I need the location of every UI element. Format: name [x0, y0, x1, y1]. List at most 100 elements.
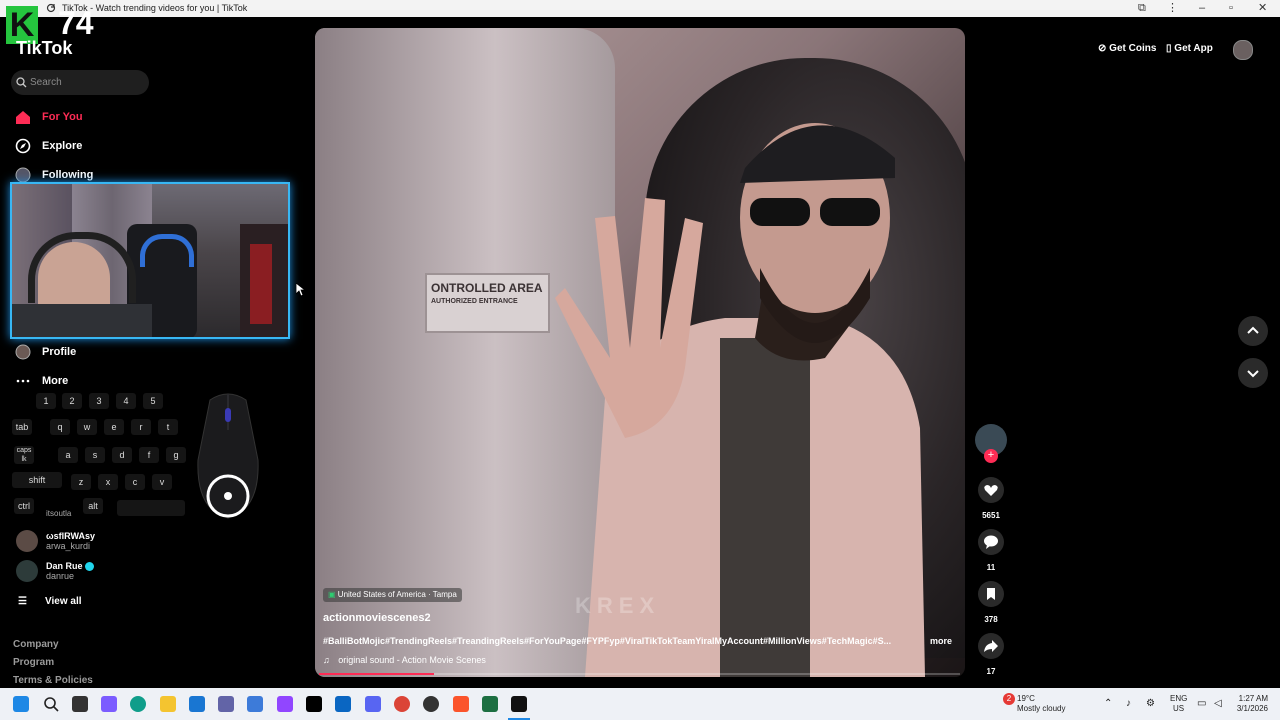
location-tag[interactable]: ▣ United States of America · Tampa [323, 588, 462, 602]
edge-icon[interactable] [130, 696, 146, 712]
next-video-button[interactable] [1238, 358, 1268, 388]
sound-link[interactable]: ♫ original sound - Action Movie Scenes [323, 655, 486, 665]
chrome-icon[interactable] [394, 696, 410, 712]
footer-program-link[interactable]: Program [13, 657, 54, 668]
channel-logo-number: 74 [58, 5, 94, 41]
key: c [125, 474, 145, 490]
verified-badge-icon [85, 562, 95, 572]
compass-icon [15, 138, 31, 154]
share-icon [984, 640, 998, 652]
close-button[interactable]: ✕ [1258, 1, 1267, 16]
obs-icon[interactable] [423, 696, 439, 712]
video-progress-bar[interactable] [319, 673, 960, 675]
user-avatar[interactable] [1233, 40, 1253, 60]
brave-icon[interactable] [453, 696, 469, 712]
key: r [131, 419, 151, 435]
weather-desc[interactable]: Mostly cloudy [1017, 704, 1065, 714]
key: q [50, 419, 70, 435]
language-indicator[interactable]: ENG [1170, 694, 1187, 704]
comment-count: 11 [986, 563, 996, 572]
settings-tray-icon[interactable]: ⚙ [1146, 699, 1155, 709]
x-icon[interactable] [306, 696, 322, 712]
excel-icon[interactable] [482, 696, 498, 712]
tray-chevron-icon[interactable]: ⌃ [1104, 699, 1112, 709]
avatar [16, 530, 38, 552]
mouse-overlay-icon [197, 393, 259, 519]
search-taskbar-icon[interactable] [43, 696, 59, 712]
app-icon[interactable] [247, 696, 263, 712]
heart-icon [984, 485, 998, 496]
get-coins-label: Get Coins [1109, 43, 1157, 54]
volume-icon[interactable]: ◁ [1214, 699, 1222, 709]
get-app-label: Get App [1174, 43, 1213, 54]
sound-label: original sound - Action Movie Scenes [338, 655, 486, 665]
more-caption-button[interactable]: more [930, 636, 952, 646]
avatar [16, 560, 38, 582]
region-indicator[interactable]: US [1173, 704, 1184, 714]
footer-terms-link[interactable]: Terms & Policies [13, 675, 93, 686]
twitch-icon[interactable] [277, 696, 293, 712]
key: 1 [36, 393, 56, 409]
teams-icon[interactable] [218, 696, 234, 712]
key: 4 [116, 393, 136, 409]
save-count: 378 [984, 615, 998, 624]
get-coins-button[interactable]: ⊘ Get Coins [1098, 37, 1156, 61]
coin-icon: ⊘ [1098, 43, 1107, 54]
key: ctrl [14, 498, 34, 514]
save-button[interactable] [978, 581, 1004, 607]
tiktok-logo[interactable]: TikTok [16, 38, 72, 59]
footer-company-link[interactable]: Company [13, 639, 59, 650]
chevron-down-icon [1247, 370, 1259, 378]
follow-plus-icon[interactable]: + [984, 449, 998, 463]
bookmark-icon [987, 588, 995, 600]
phone-icon: ▯ [1166, 43, 1172, 54]
store-icon[interactable] [189, 696, 205, 712]
account-username: danrue [46, 571, 75, 581]
share-button[interactable] [978, 633, 1004, 659]
key: shift [12, 472, 62, 488]
nav-label: Profile [42, 346, 77, 358]
start-button-icon[interactable] [13, 696, 29, 712]
extensions-icon[interactable]: ⧉ [1138, 1, 1146, 16]
partial-text: itsoutla [46, 509, 72, 518]
menu-dots-icon[interactable]: ⋮ [1167, 1, 1178, 16]
linkedin-icon[interactable] [335, 696, 351, 712]
copilot-icon[interactable] [101, 696, 117, 712]
microphone-icon[interactable]: ♪ [1126, 699, 1131, 709]
weather-badge: 2 [1003, 693, 1015, 705]
share-count: 17 [986, 667, 996, 676]
network-icon[interactable]: ▭ [1197, 699, 1206, 709]
like-count: 5651 [982, 511, 1000, 520]
task-view-icon[interactable] [72, 696, 88, 712]
video-hashtags[interactable]: #BalliBotMojic#TrendingReels#TreandingRe… [323, 636, 923, 646]
nav-label: More [42, 375, 69, 387]
comment-button[interactable] [978, 529, 1004, 555]
key: w [77, 419, 97, 435]
video-player[interactable]: ONTROLLED AREA AUTHORIZED ENTRANCE KREX [315, 28, 965, 677]
key: f [139, 447, 159, 463]
key: e [104, 419, 124, 435]
search-placeholder: Search [30, 77, 62, 88]
tiktok-taskbar-icon[interactable] [511, 696, 527, 712]
get-app-button[interactable]: ▯ Get App [1166, 37, 1213, 61]
key: s [85, 447, 105, 463]
location-pin-icon: ▣ [328, 590, 336, 599]
video-author[interactable]: actionmoviescenes2 [323, 612, 431, 624]
file-explorer-icon[interactable] [160, 696, 176, 712]
discord-icon[interactable] [365, 696, 381, 712]
previous-video-button[interactable] [1238, 316, 1268, 346]
search-icon [16, 77, 27, 88]
profile-icon [15, 344, 31, 360]
key: g [166, 447, 186, 463]
clock-time[interactable]: 1:27 AM [1232, 694, 1268, 704]
minimize-button[interactable]: – [1199, 1, 1205, 16]
restore-button[interactable]: ▫ [1229, 1, 1233, 16]
clock-date[interactable]: 3/1/2026 [1232, 704, 1268, 714]
home-icon [16, 111, 30, 124]
search-input[interactable]: Search [11, 70, 149, 95]
account-name: Dan Rue [46, 561, 95, 572]
key: caps lk [14, 446, 34, 464]
spacebar-key [117, 500, 185, 516]
like-button[interactable] [978, 477, 1004, 503]
weather-temp[interactable]: 19°C [1017, 694, 1035, 704]
